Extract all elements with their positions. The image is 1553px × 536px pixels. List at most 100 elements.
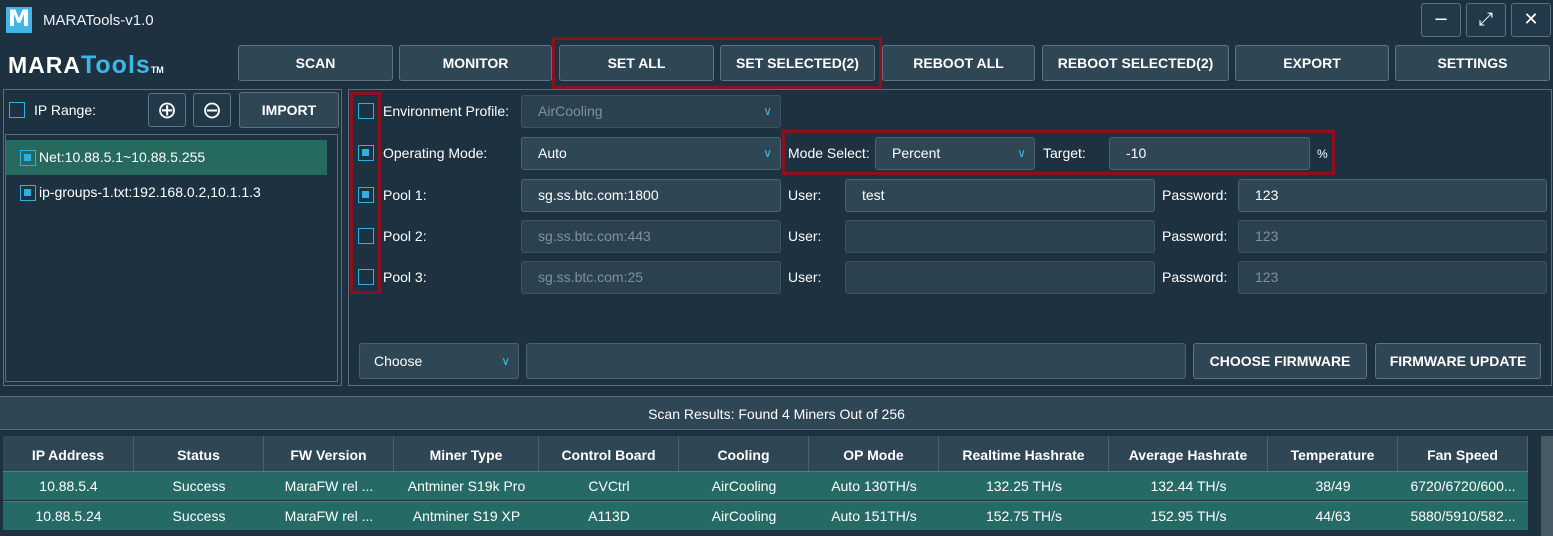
list-item[interactable]: Net:10.88.5.1~10.88.5.255 <box>6 140 327 175</box>
cell-realtime-hashrate: 152.75 TH/s <box>985 508 1062 524</box>
table-row[interactable]: 10.88.5.4 Success MaraFW rel ... Antmine… <box>3 471 1528 500</box>
cell-status: Success <box>172 478 226 494</box>
settings-button[interactable]: SETTINGS <box>1395 45 1550 81</box>
pool-3-label: Pool 3: <box>383 269 427 285</box>
table-row[interactable]: 10.88.5.24 Success MaraFW rel ... Antmin… <box>3 501 1528 530</box>
firmware-path-input[interactable] <box>526 343 1186 379</box>
target-input[interactable]: -10 <box>1109 137 1310 170</box>
pool-2-checkbox[interactable] <box>358 228 374 244</box>
op-mode-label: Operating Mode: <box>383 145 488 161</box>
set-all-button[interactable]: SET ALL <box>559 45 714 81</box>
column-header-ip[interactable]: IP Address <box>3 436 134 471</box>
mode-select-dropdown[interactable]: Percent <box>875 137 1035 170</box>
table-scrollbar[interactable] <box>1541 436 1553 536</box>
title-bar <box>0 0 1553 42</box>
cell-control-board: A113D <box>588 508 630 524</box>
cell-fan-speed: 5880/5910/582... <box>1410 508 1516 524</box>
pool-1-password-input[interactable]: 123 <box>1238 179 1547 212</box>
pool-3-password-input[interactable]: 123 <box>1238 261 1547 294</box>
firmware-type-select[interactable]: Choose <box>359 343 519 379</box>
ip-range-checkbox[interactable] <box>9 102 25 118</box>
cell-cooling: AirCooling <box>711 508 777 524</box>
reboot-selected-button[interactable]: REBOOT SELECTED(2) <box>1042 45 1229 81</box>
pool-3-checkbox[interactable] <box>358 269 374 285</box>
column-header-op-mode[interactable]: OP Mode <box>809 436 939 471</box>
cell-op-mode: Auto 130TH/s <box>831 478 917 494</box>
pool-2-user-input[interactable] <box>845 220 1155 253</box>
monitor-button[interactable]: MONITOR <box>399 45 552 81</box>
cell-miner-type: Antminer S19 XP <box>412 508 521 524</box>
pool-3-password-label: Password: <box>1162 269 1228 285</box>
cell-fw-version: MaraFW rel ... <box>284 508 374 524</box>
target-unit: % <box>1317 147 1328 161</box>
cell-fw-version: MaraFW rel ... <box>284 478 374 494</box>
list-item-label: Net:10.88.5.1~10.88.5.255 <box>39 149 206 165</box>
column-header-fw-version[interactable]: FW Version <box>264 436 394 471</box>
cell-ip: 10.88.5.4 <box>39 478 98 494</box>
pool-1-user-input[interactable]: test <box>845 179 1155 212</box>
add-range-button[interactable]: ⊕ <box>148 93 186 127</box>
column-header-temperature[interactable]: Temperature <box>1268 436 1398 471</box>
plus-circle-icon: ⊕ <box>156 96 178 124</box>
cell-temperature: 44/63 <box>1315 508 1351 524</box>
column-header-fan-speed[interactable]: Fan Speed <box>1398 436 1528 471</box>
list-item-checkbox[interactable] <box>20 185 36 201</box>
pool-2-url-input[interactable]: sg.ss.btc.com:443 <box>521 220 781 253</box>
pool-1-password-label: Password: <box>1162 187 1228 203</box>
column-header-miner-type[interactable]: Miner Type <box>394 436 539 471</box>
remove-range-button[interactable]: ⊖ <box>193 93 231 127</box>
cell-control-board: CVCtrl <box>588 478 630 494</box>
list-item-label: ip-groups-1.txt:192.168.0.2,10.1.1.3 <box>39 184 261 200</box>
minimize-button[interactable]: − <box>1421 3 1461 37</box>
env-profile-checkbox[interactable] <box>358 103 374 119</box>
results-table: IP Address Status FW Version Miner Type … <box>3 436 1553 536</box>
close-button[interactable]: ✕ <box>1511 3 1551 37</box>
pool-2-user-label: User: <box>788 228 822 244</box>
pool-2-password-label: Password: <box>1162 228 1228 244</box>
target-label: Target: <box>1043 145 1086 161</box>
pool-2-password-input[interactable]: 123 <box>1238 220 1547 253</box>
column-header-realtime-hashrate[interactable]: Realtime Hashrate <box>939 436 1109 471</box>
env-profile-label: Environment Profile: <box>383 103 510 119</box>
column-header-average-hashrate[interactable]: Average Hashrate <box>1109 436 1268 471</box>
firmware-update-button[interactable]: FIRMWARE UPDATE <box>1375 343 1541 379</box>
app-logo: MARAToolsTM <box>8 51 164 79</box>
list-item-checkbox[interactable] <box>20 150 36 166</box>
pool-3-url-input[interactable]: sg.ss.btc.com:25 <box>521 261 781 294</box>
export-button[interactable]: EXPORT <box>1235 45 1389 81</box>
column-header-status[interactable]: Status <box>134 436 264 471</box>
list-item[interactable]: ip-groups-1.txt:192.168.0.2,10.1.1.3 <box>6 175 327 210</box>
column-header-cooling[interactable]: Cooling <box>679 436 809 471</box>
ip-range-label: IP Range: <box>34 102 97 118</box>
set-selected-button[interactable]: SET SELECTED(2) <box>720 45 875 81</box>
cell-average-hashrate: 132.44 TH/s <box>1150 478 1227 494</box>
mode-select-label: Mode Select: <box>788 145 870 161</box>
scan-button[interactable]: SCAN <box>238 45 393 81</box>
cell-fan-speed: 6720/6720/600... <box>1410 478 1516 494</box>
cell-status: Success <box>172 508 226 524</box>
reboot-all-button[interactable]: REBOOT ALL <box>882 45 1035 81</box>
cell-op-mode: Auto 151TH/s <box>831 508 917 524</box>
import-button[interactable]: IMPORT <box>239 92 339 128</box>
cell-cooling: AirCooling <box>711 478 777 494</box>
pool-1-label: Pool 1: <box>383 187 427 203</box>
minus-circle-icon: ⊖ <box>201 96 223 124</box>
env-profile-select[interactable]: AirCooling <box>521 95 781 128</box>
cell-temperature: 38/49 <box>1315 478 1351 494</box>
pool-1-url-input[interactable]: sg.ss.btc.com:1800 <box>521 179 781 212</box>
scan-results-status: Scan Results: Found 4 Miners Out of 256 <box>0 396 1553 430</box>
pool-3-user-label: User: <box>788 269 822 285</box>
cell-miner-type: Antminer S19k Pro <box>407 478 526 494</box>
maximize-button[interactable]: ⤢ <box>1466 3 1506 37</box>
op-mode-select[interactable]: Auto <box>521 137 781 170</box>
pool-1-checkbox[interactable] <box>358 187 374 203</box>
cell-average-hashrate: 152.95 TH/s <box>1150 508 1227 524</box>
op-mode-checkbox[interactable] <box>358 145 374 161</box>
column-header-control-board[interactable]: Control Board <box>539 436 679 471</box>
pool-1-user-label: User: <box>788 187 822 203</box>
pool-3-user-input[interactable] <box>845 261 1155 294</box>
window-title: MARATools-v1.0 <box>43 12 154 29</box>
cell-realtime-hashrate: 132.25 TH/s <box>985 478 1062 494</box>
pool-2-label: Pool 2: <box>383 228 427 244</box>
choose-firmware-button[interactable]: CHOOSE FIRMWARE <box>1193 343 1367 379</box>
